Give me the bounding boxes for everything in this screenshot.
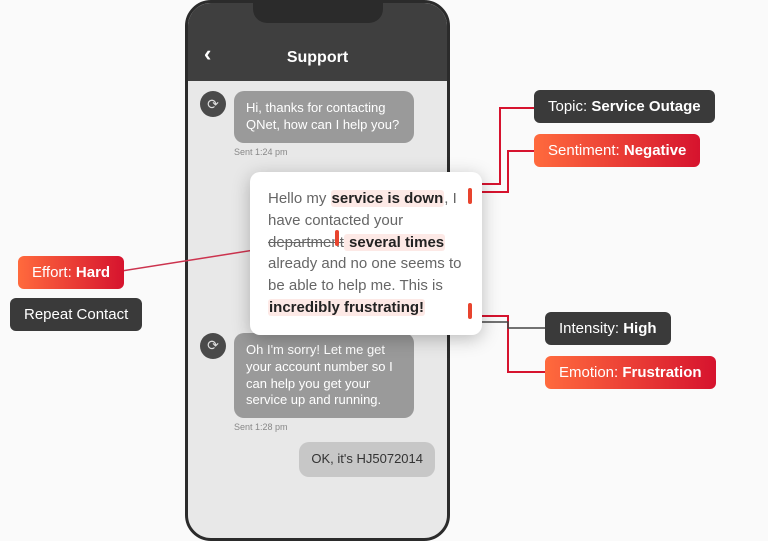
message-row: OK, it's HJ5072014: [200, 442, 435, 477]
header-title: Support: [188, 49, 447, 67]
tag-value: Service Outage: [591, 98, 700, 115]
highlight-service-down: service is down: [331, 190, 445, 207]
highlight-frustrating: incredibly frustrating!: [268, 299, 425, 316]
tag-label: Emotion:: [559, 364, 622, 381]
tag-label: Topic:: [548, 98, 591, 115]
strikethrough-text: department: [268, 234, 344, 251]
message-row: ⟳ Oh I'm sorry! Let me get your account …: [200, 333, 435, 419]
tag-value: Negative: [624, 142, 687, 159]
highlighted-message-card: Hello my service is down, I have contact…: [250, 172, 482, 335]
tag-label: Effort:: [32, 264, 76, 281]
message-row: ⟳ Hi, thanks for contacting QNet, how ca…: [200, 91, 435, 143]
tag-sentiment: Sentiment: Negative: [534, 134, 700, 167]
highlight-several-times: several times: [344, 234, 445, 251]
agent-message: Oh I'm sorry! Let me get your account nu…: [234, 333, 414, 419]
agent-avatar-icon: ⟳: [200, 91, 226, 117]
tag-value: Hard: [76, 264, 110, 281]
tag-effort: Effort: Hard: [18, 256, 124, 289]
card-text: already and no one seems to be able to h…: [268, 255, 461, 294]
timestamp: Sent 1:24 pm: [234, 147, 435, 157]
tag-label: Intensity:: [559, 320, 623, 337]
highlight-marker: [468, 303, 472, 319]
tag-label: Repeat Contact: [24, 306, 128, 323]
tag-repeat-contact: Repeat Contact: [10, 298, 142, 331]
card-text: Hello my: [268, 190, 331, 207]
agent-message: Hi, thanks for contacting QNet, how can …: [234, 91, 414, 143]
user-message: OK, it's HJ5072014: [299, 442, 435, 477]
tag-topic: Topic: Service Outage: [534, 90, 715, 123]
phone-notch: [253, 1, 383, 23]
tag-value: Frustration: [622, 364, 701, 381]
tag-emotion: Emotion: Frustration: [545, 356, 716, 389]
highlight-marker: [468, 188, 472, 204]
highlight-marker: [335, 230, 339, 246]
tag-intensity: Intensity: High: [545, 312, 671, 345]
tag-value: High: [623, 320, 656, 337]
tag-label: Sentiment:: [548, 142, 624, 159]
agent-avatar-icon: ⟳: [200, 333, 226, 359]
timestamp: Sent 1:28 pm: [234, 422, 435, 432]
back-button[interactable]: ‹: [204, 41, 211, 67]
